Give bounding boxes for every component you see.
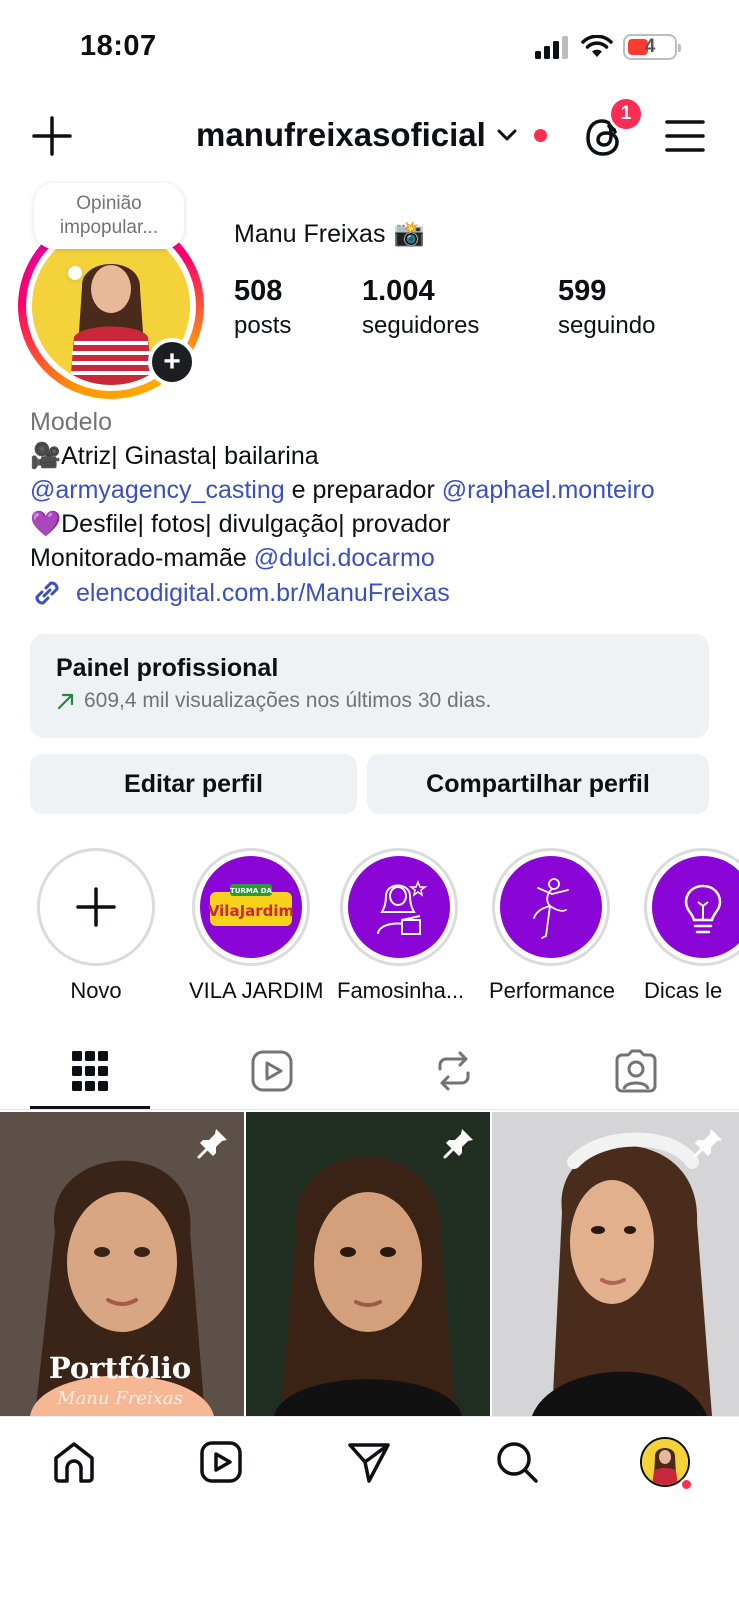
bio-line: 🎥Atriz| Ginasta| bailarina — [30, 442, 319, 470]
note-bubble[interactable]: Opinião impopular... — [34, 183, 184, 249]
highlight-label: Performance — [489, 978, 615, 1003]
bio-line: 💜Desfile| fotos| divulgação| provador — [30, 510, 451, 538]
bio: Modelo 🎥Atriz| Ginasta| bailarina @armya… — [30, 405, 730, 575]
account-switcher[interactable]: manufreixasoficial — [196, 116, 547, 154]
svg-text:VilaJardim: VilaJardim — [208, 902, 294, 920]
bio-line: @armyagency_casting e preparador @raphae… — [30, 476, 655, 504]
following-count[interactable]: 599 seguindo — [558, 275, 655, 340]
svg-text:TURMA DA: TURMA DA — [230, 887, 272, 895]
home-icon — [54, 1442, 94, 1483]
mention-link[interactable]: @raphael.monteiro — [442, 476, 655, 504]
add-story-button[interactable]: + — [148, 338, 196, 386]
posts-count[interactable]: 508 posts — [234, 275, 291, 340]
battery-indicator: 4 — [623, 34, 681, 60]
nav-home[interactable] — [49, 1437, 99, 1487]
bio-category: Modelo — [30, 408, 112, 436]
pin-icon — [197, 1129, 227, 1159]
search-icon — [497, 1442, 538, 1483]
threads-badge: 1 — [608, 96, 644, 132]
bio-link[interactable]: elencodigital.com.br/ManuFreixas — [30, 576, 450, 610]
profile-notification-dot — [680, 1478, 693, 1491]
highlight-label: Novo — [70, 978, 122, 1003]
svg-text:Manu Freixas: Manu Freixas — [56, 1388, 183, 1409]
pro-panel-subtitle: 609,4 mil visualizações nos últimos 30 d… — [84, 689, 492, 712]
reels-icon — [251, 1050, 293, 1092]
tagged-user-icon — [615, 1049, 657, 1093]
actress-icon — [377, 879, 428, 935]
tab-tagged[interactable] — [576, 1046, 696, 1096]
ballerina-icon — [533, 878, 569, 939]
status-time: 18:07 — [80, 30, 157, 62]
highlight-vila-jardim[interactable]: TURMA DA VilaJardim VILA JARDIM — [189, 848, 324, 1004]
nav-messages[interactable] — [344, 1437, 394, 1487]
link-icon — [35, 581, 59, 605]
pin-icon — [443, 1129, 473, 1159]
lightbulb-icon — [684, 884, 722, 934]
link-text: elencodigital.com.br/ManuFreixas — [76, 578, 450, 607]
status-icons: 4 — [535, 34, 681, 60]
notification-dot — [533, 128, 547, 142]
svg-text:Portfólio: Portfólio — [49, 1351, 191, 1385]
pin-icon — [692, 1129, 722, 1159]
wifi-icon — [581, 35, 613, 57]
post-thumbnail[interactable] — [246, 1112, 490, 1416]
post-thumbnail[interactable]: Portfólio Manu Freixas — [0, 1112, 244, 1416]
full-name: Manu Freixas 📸 — [234, 220, 425, 248]
menu-icon[interactable] — [665, 118, 705, 154]
chevron-down-icon — [497, 129, 517, 141]
vila-jardim-logo: TURMA DA VilaJardim — [208, 884, 294, 926]
create-plus-icon[interactable] — [30, 114, 74, 158]
tab-reposts[interactable] — [394, 1046, 514, 1096]
repost-icon — [438, 1051, 470, 1091]
mention-link[interactable]: @armyagency_casting — [30, 476, 285, 504]
professional-dashboard[interactable]: Painel profissional 609,4 mil visualizaç… — [30, 634, 709, 738]
plus-icon — [76, 887, 116, 927]
signal-icon — [535, 36, 568, 59]
highlight-label: Famosinha... — [337, 978, 465, 1003]
edit-profile-button[interactable]: Editar perfil — [30, 754, 357, 814]
nav-search[interactable] — [492, 1437, 542, 1487]
followers-count[interactable]: 1.004 seguidores — [362, 275, 479, 340]
highlight-performance[interactable]: Performance — [489, 848, 615, 1004]
nav-reels[interactable] — [196, 1437, 246, 1487]
mention-link[interactable]: @dulci.docarmo — [254, 544, 435, 572]
tab-posts-grid[interactable] — [30, 1046, 150, 1096]
post-thumbnail[interactable] — [492, 1112, 739, 1416]
highlight-label: VILA JARDIM — [189, 978, 324, 1003]
highlight-dicas[interactable]: Dicas le — [640, 848, 739, 1004]
share-profile-button[interactable]: Compartilhar perfil — [367, 754, 709, 814]
send-icon — [348, 1443, 390, 1483]
username: manufreixasoficial — [196, 116, 486, 153]
highlight-label: Dicas le — [644, 978, 723, 1003]
highlight-famosinha[interactable]: Famosinha... — [337, 848, 465, 1004]
pro-panel-title: Painel profissional — [56, 654, 279, 682]
grid-icon — [72, 1051, 108, 1091]
tab-reels[interactable] — [212, 1046, 332, 1096]
highlight-new[interactable]: Novo — [34, 848, 158, 1004]
bio-line: Monitorado-mamãe @dulci.docarmo — [30, 544, 435, 572]
trend-up-icon — [57, 693, 74, 710]
camera-emoji: 📸 — [393, 220, 425, 248]
battery-level: 4 — [644, 36, 656, 57]
note-text: Opinião impopular... — [59, 193, 159, 238]
reels-icon — [200, 1441, 242, 1483]
